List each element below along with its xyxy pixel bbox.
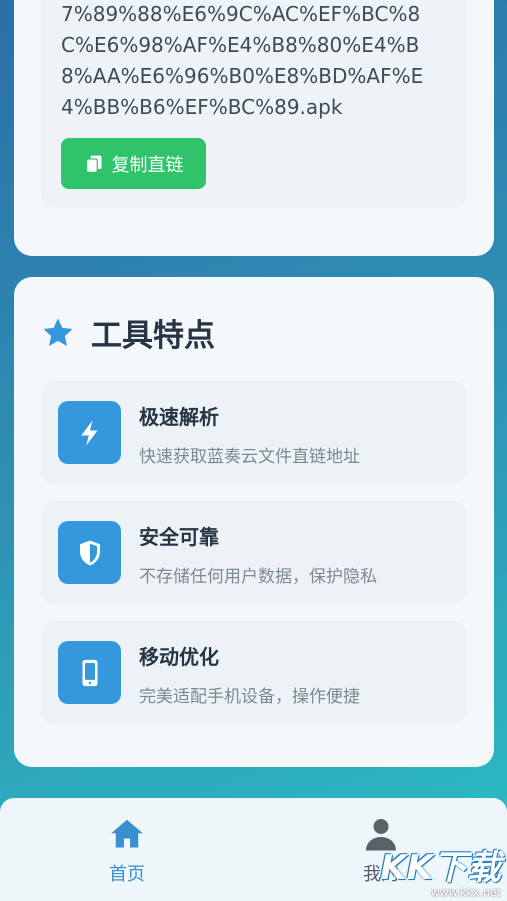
feature-desc: 完美适配手机设备，操作便捷 <box>139 687 360 707</box>
copy-link-label: 复制直链 <box>111 154 184 176</box>
user-icon <box>366 819 396 851</box>
copy-icon <box>85 155 101 173</box>
bolt-icon <box>80 420 97 445</box>
direct-link-text: 7%89%88%E6%9C%AC%EF%BC%8C%E6%98%AF%E4%B8… <box>61 2 424 119</box>
feature-title: 极速解析 <box>139 405 219 429</box>
shield-icon <box>79 540 100 565</box>
feature-desc: 不存储任何用户数据，保护隐私 <box>139 567 377 587</box>
feature-desc: 快速获取蓝奏云文件直链地址 <box>139 447 360 467</box>
star-icon <box>43 318 73 346</box>
nav-home[interactable]: 首页 <box>67 816 187 886</box>
mobile-icon <box>82 659 97 686</box>
feature-title: 移动优化 <box>139 645 219 669</box>
watermark: KK下载 www.kkx.net <box>380 850 501 899</box>
feature-icon-box <box>58 641 121 704</box>
features-header: 工具特点 <box>41 310 215 355</box>
nav-home-label: 首页 <box>109 864 145 885</box>
features-title: 工具特点 <box>91 318 215 354</box>
feature-item-secure: 安全可靠 不存储任何用户数据，保护隐私 <box>41 501 467 604</box>
feature-item-mobile: 移动优化 完美适配手机设备，操作便捷 <box>41 621 467 724</box>
link-box: 7%89%88%E6%9C%AC%EF%BC%8C%E6%98%AF%E4%B8… <box>41 0 467 208</box>
feature-title: 安全可靠 <box>139 525 219 549</box>
feature-icon-box <box>58 521 121 584</box>
copy-link-button[interactable]: 复制直链 <box>61 138 206 189</box>
watermark-logo: KK下载 <box>380 848 501 888</box>
link-result-card: 7%89%88%E6%9C%AC%EF%BC%8C%E6%98%AF%E4%B8… <box>14 0 494 256</box>
feature-item-fast-parse: 极速解析 快速获取蓝奏云文件直链地址 <box>41 381 467 484</box>
feature-icon-box <box>58 401 121 464</box>
home-icon <box>111 819 143 848</box>
features-card: 工具特点 极速解析 快速获取蓝奏云文件直链地址 安全可靠 不存储任何用户数据，保… <box>14 277 494 767</box>
